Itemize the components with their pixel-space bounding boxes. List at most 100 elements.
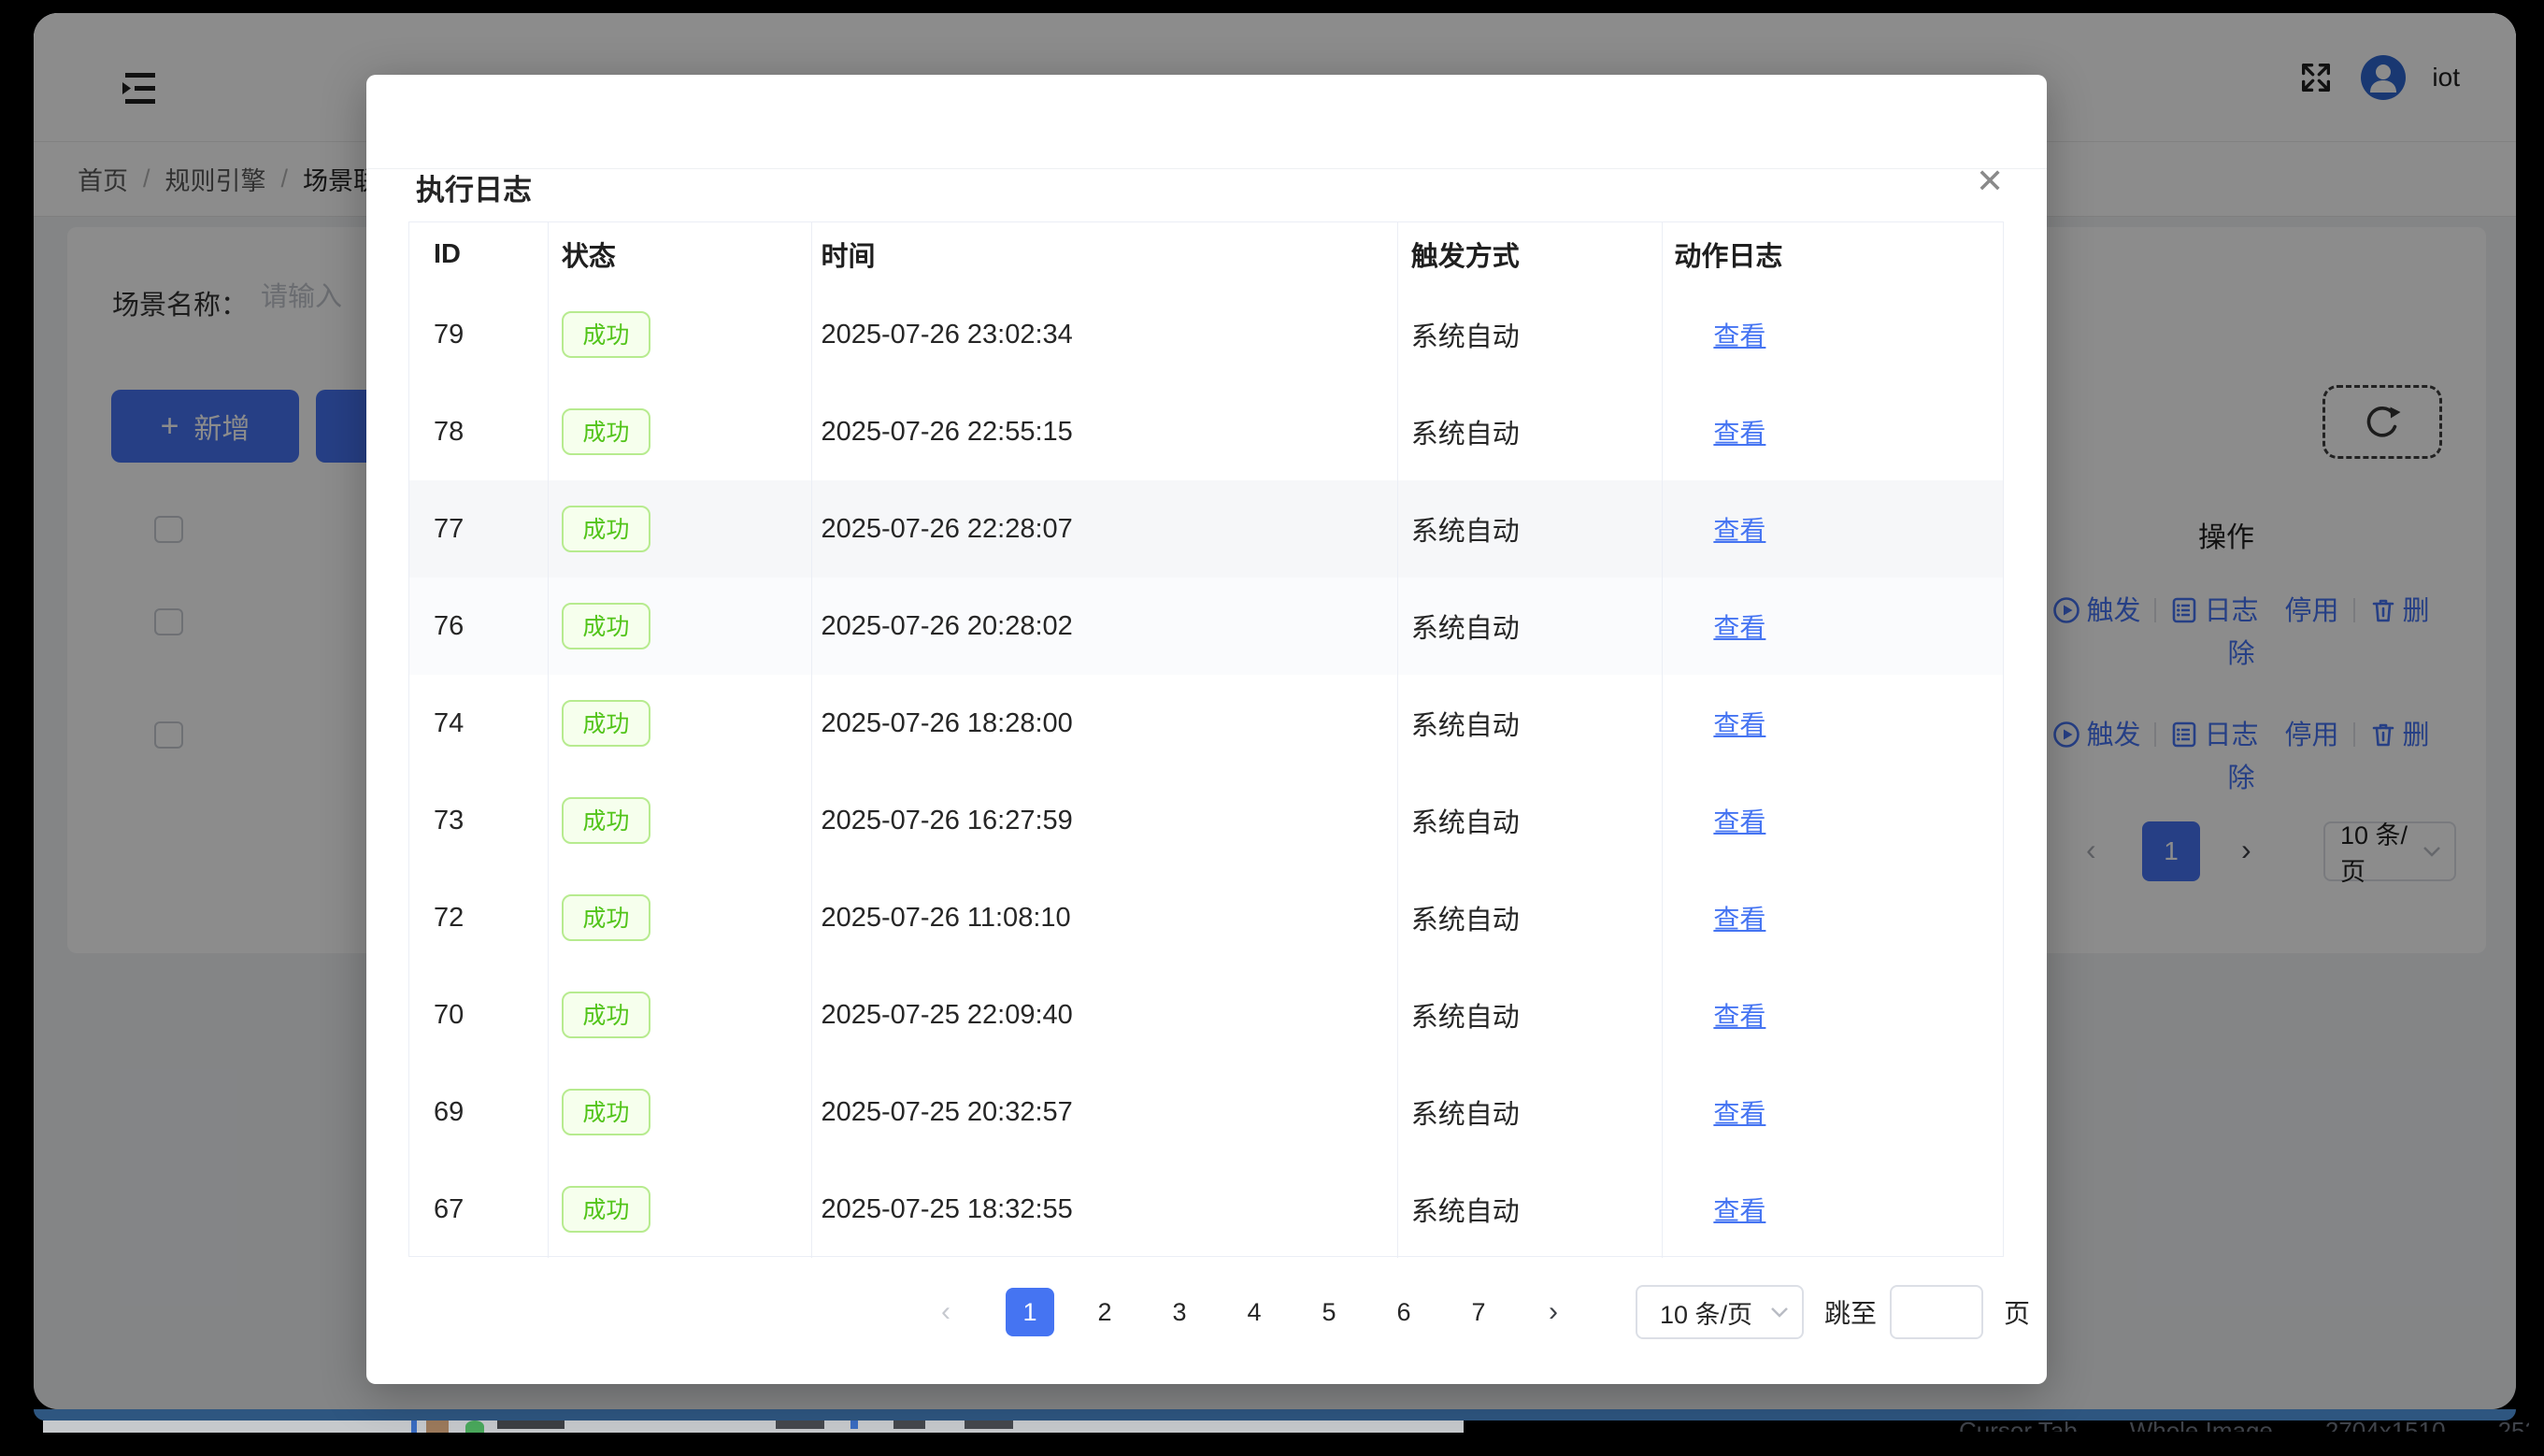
cell-time: 2025-07-25 22:09:40 xyxy=(812,966,1398,1063)
cell-id: 73 xyxy=(409,772,549,869)
cell-status: 成功 xyxy=(549,869,812,966)
page-button-4[interactable]: 4 xyxy=(1230,1288,1279,1336)
view-link[interactable]: 查看 xyxy=(1713,899,1765,936)
status-badge: 成功 xyxy=(562,700,650,747)
log-table-header: ID 状态 时间 触发方式 动作日志 xyxy=(409,222,2003,286)
page-button-6[interactable]: 6 xyxy=(1379,1288,1428,1336)
modal-title: 执行日志 xyxy=(416,166,532,208)
cell-trigger: 系统自动 xyxy=(1398,1161,1664,1258)
table-row: 74成功2025-07-26 18:28:00系统自动查看 xyxy=(409,675,2003,772)
divider xyxy=(366,168,2047,169)
cell-time: 2025-07-26 22:55:15 xyxy=(812,383,1398,480)
cell-action: 查看 xyxy=(1663,1161,2003,1258)
cell-time: 2025-07-26 20:28:02 xyxy=(812,578,1398,675)
bookmarks-strip xyxy=(43,1420,1464,1433)
status-badge: 成功 xyxy=(562,894,650,941)
cell-trigger: 系统自动 xyxy=(1398,1063,1664,1161)
bookmark-fragment xyxy=(965,1420,1013,1429)
page-button-1[interactable]: 1 xyxy=(1006,1288,1054,1336)
cell-trigger: 系统自动 xyxy=(1398,772,1664,869)
cell-status: 成功 xyxy=(549,286,812,383)
cell-time: 2025-07-26 16:27:59 xyxy=(812,772,1398,869)
view-link[interactable]: 查看 xyxy=(1713,413,1765,450)
status-badge: 成功 xyxy=(562,603,650,649)
page-button-2[interactable]: 2 xyxy=(1080,1288,1129,1336)
cell-id: 78 xyxy=(409,383,549,480)
cell-time: 2025-07-26 18:28:00 xyxy=(812,675,1398,772)
bookmark-fragment xyxy=(776,1420,824,1429)
bookmark-fragment xyxy=(497,1420,565,1429)
view-link[interactable]: 查看 xyxy=(1713,802,1765,839)
cell-action: 查看 xyxy=(1663,383,2003,480)
cell-status: 成功 xyxy=(549,772,812,869)
cell-trigger: 系统自动 xyxy=(1398,578,1664,675)
view-link[interactable]: 查看 xyxy=(1713,705,1765,742)
column-header-trigger: 触发方式 xyxy=(1398,222,1664,286)
status-badge: 成功 xyxy=(562,408,650,455)
next-page-icon[interactable]: › xyxy=(1529,1296,1578,1328)
cell-trigger: 系统自动 xyxy=(1398,869,1664,966)
page-button-3[interactable]: 3 xyxy=(1155,1288,1204,1336)
cell-status: 成功 xyxy=(549,383,812,480)
view-link[interactable]: 查看 xyxy=(1713,1093,1765,1131)
cell-id: 79 xyxy=(409,286,549,383)
status-badge: 成功 xyxy=(562,797,650,844)
cell-trigger: 系统自动 xyxy=(1398,286,1664,383)
cell-status: 成功 xyxy=(549,480,812,578)
column-header-id: ID xyxy=(409,222,549,286)
cell-time: 2025-07-25 20:32:57 xyxy=(812,1063,1398,1161)
page-size-value: 10 条/页 xyxy=(1660,1294,1752,1331)
table-row: 76 成功 2025-07-26 20:28:02系统自动 查看 xyxy=(409,578,2003,675)
cell-action: 查看 xyxy=(1663,1063,2003,1161)
prev-page-icon[interactable]: ‹ xyxy=(927,1296,965,1328)
view-link[interactable]: 查看 xyxy=(1713,607,1765,645)
cell-action: 查看 xyxy=(1663,578,2003,675)
page-button-5[interactable]: 5 xyxy=(1305,1288,1353,1336)
view-link[interactable]: 查看 xyxy=(1713,316,1765,353)
cell-trigger: 系统自动 xyxy=(1398,966,1664,1063)
execution-log-modal: 执行日志 ✕ ID 状态 时间 触发方式 动作日志 79成功2025-07-26… xyxy=(366,75,2047,1384)
cell-status: 成功 xyxy=(549,578,812,675)
bookmark-fragment xyxy=(465,1420,484,1433)
table-row: 79成功2025-07-26 23:02:34系统自动 查看 xyxy=(409,286,2003,383)
bookmark-fragment xyxy=(850,1420,858,1429)
cell-action: 查看 xyxy=(1663,286,2003,383)
view-link[interactable]: 查看 xyxy=(1713,1191,1765,1228)
table-row: 77 成功 2025-07-26 22:28:07系统自动 查看 xyxy=(409,480,2003,578)
cell-time: 2025-07-26 23:02:34 xyxy=(812,286,1398,383)
view-link[interactable]: 查看 xyxy=(1713,510,1765,548)
status-badge: 成功 xyxy=(562,1089,650,1135)
status-badge: 成功 xyxy=(562,992,650,1038)
view-link[interactable]: 查看 xyxy=(1713,996,1765,1034)
cell-time: 2025-07-26 11:08:10 xyxy=(812,869,1398,966)
jump-page-input[interactable] xyxy=(1890,1285,1983,1339)
cell-action: 查看 xyxy=(1663,966,2003,1063)
cell-time: 2025-07-25 18:32:55 xyxy=(812,1161,1398,1258)
cell-action: 查看 xyxy=(1663,869,2003,966)
cell-action: 查看 xyxy=(1663,675,2003,772)
cell-id: 76 xyxy=(409,578,549,675)
page-size-select[interactable]: 10 条/页 xyxy=(1636,1285,1804,1339)
cell-id: 72 xyxy=(409,869,549,966)
column-header-status: 状态 xyxy=(549,222,812,286)
chevron-down-icon xyxy=(1770,1306,1789,1318)
cell-status: 成功 xyxy=(549,1161,812,1258)
table-row: 72 成功 2025-07-26 11:08:10系统自动 查看 xyxy=(409,869,2003,966)
bookmark-fragment xyxy=(426,1420,449,1433)
cell-trigger: 系统自动 xyxy=(1398,480,1664,578)
column-header-action-log: 动作日志 xyxy=(1663,222,2003,286)
cell-action: 查看 xyxy=(1663,480,2003,578)
cell-status: 成功 xyxy=(549,675,812,772)
jump-to-label: 跳至 xyxy=(1824,1293,1877,1331)
modal-pagination: ‹ 1234567 › 10 条/页 跳至 页 xyxy=(927,1282,2030,1342)
cell-time: 2025-07-26 22:28:07 xyxy=(812,480,1398,578)
window-bottom-bar xyxy=(34,1409,2516,1420)
cell-id: 77 xyxy=(409,480,549,578)
status-badge: 成功 xyxy=(562,506,650,552)
cell-status: 成功 xyxy=(549,966,812,1063)
page-button-7[interactable]: 7 xyxy=(1454,1288,1503,1336)
cell-action: 查看 xyxy=(1663,772,2003,869)
cell-id: 67 xyxy=(409,1161,549,1258)
close-icon[interactable]: ✕ xyxy=(1976,164,2004,198)
status-badge: 成功 xyxy=(562,1186,650,1233)
